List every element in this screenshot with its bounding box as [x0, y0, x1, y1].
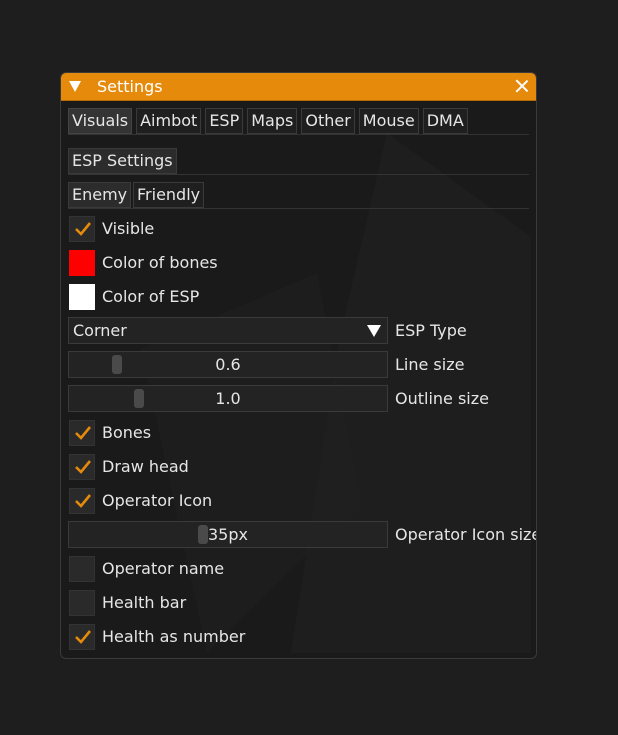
- line-size-value: 0.6: [215, 355, 241, 374]
- section-header-esp-settings[interactable]: ESP Settings: [68, 148, 177, 174]
- esp-type-value: Corner: [73, 321, 127, 340]
- checkmark-icon: [75, 459, 91, 475]
- background: Settings Visuals Aimbot ESP Maps Other M…: [0, 0, 618, 735]
- bones-checkbox[interactable]: [69, 420, 95, 446]
- draw-head-label: Draw head: [102, 457, 189, 476]
- tab-bar-divider: [68, 134, 529, 135]
- checkmark-icon: [75, 221, 91, 237]
- close-icon[interactable]: [514, 78, 530, 94]
- operator-icon-label: Operator Icon: [102, 491, 213, 510]
- health-bar-label: Health bar: [102, 593, 187, 612]
- operator-icon-size-value: 35px: [208, 525, 248, 544]
- tab-visuals[interactable]: Visuals: [68, 108, 133, 134]
- tab-esp[interactable]: ESP: [205, 108, 244, 134]
- checkmark-icon: [75, 493, 91, 509]
- operator-icon-size-label: Operator Icon size: [395, 525, 537, 544]
- bones-color-label: Color of bones: [102, 253, 218, 272]
- line-size-slider[interactable]: 0.6: [68, 351, 388, 378]
- esp-color-swatch[interactable]: [69, 284, 95, 310]
- tab-dma[interactable]: DMA: [422, 108, 468, 134]
- operator-name-label: Operator name: [102, 559, 225, 578]
- draw-head-checkbox[interactable]: [69, 454, 95, 480]
- operator-icon-checkbox[interactable]: [69, 488, 95, 514]
- health-number-checkbox[interactable]: [69, 624, 95, 650]
- bones-color-swatch[interactable]: [69, 250, 95, 276]
- operator-name-checkbox[interactable]: [69, 556, 95, 582]
- visible-label: Visible: [102, 219, 155, 238]
- section-divider: [68, 174, 529, 175]
- tab-maps[interactable]: Maps: [247, 108, 298, 134]
- collapse-triangle-icon[interactable]: [69, 81, 81, 92]
- subtab-friendly[interactable]: Friendly: [133, 182, 205, 208]
- title-bar[interactable]: Settings: [61, 73, 536, 101]
- health-number-label: Health as number: [102, 627, 246, 646]
- outline-size-value: 1.0: [215, 389, 241, 408]
- operator-icon-size-slider[interactable]: 35px: [68, 521, 388, 548]
- window-title: Settings: [97, 77, 163, 96]
- health-bar-checkbox[interactable]: [69, 590, 95, 616]
- window-content: Visuals Aimbot ESP Maps Other Mouse DMA …: [61, 100, 537, 658]
- checkmark-icon: [75, 629, 91, 645]
- tab-mouse[interactable]: Mouse: [358, 108, 419, 134]
- subtab-enemy[interactable]: Enemy: [68, 182, 132, 208]
- esp-type-label: ESP Type: [395, 321, 467, 340]
- line-size-label: Line size: [395, 355, 465, 374]
- subtab-divider: [68, 208, 529, 209]
- checkmark-icon: [75, 425, 91, 441]
- bones-label: Bones: [102, 423, 152, 442]
- dropdown-arrow-icon: [367, 325, 381, 337]
- visible-checkbox[interactable]: [69, 216, 95, 242]
- tab-other[interactable]: Other: [301, 108, 355, 134]
- esp-color-label: Color of ESP: [102, 287, 200, 306]
- tab-aimbot[interactable]: Aimbot: [136, 108, 202, 134]
- tab-bar: Visuals Aimbot ESP Maps Other Mouse DMA: [68, 108, 468, 134]
- outline-size-slider[interactable]: 1.0: [68, 385, 388, 412]
- esp-type-dropdown[interactable]: Corner: [68, 317, 388, 344]
- settings-window: Settings Visuals Aimbot ESP Maps Other M…: [60, 72, 537, 659]
- outline-size-label: Outline size: [395, 389, 489, 408]
